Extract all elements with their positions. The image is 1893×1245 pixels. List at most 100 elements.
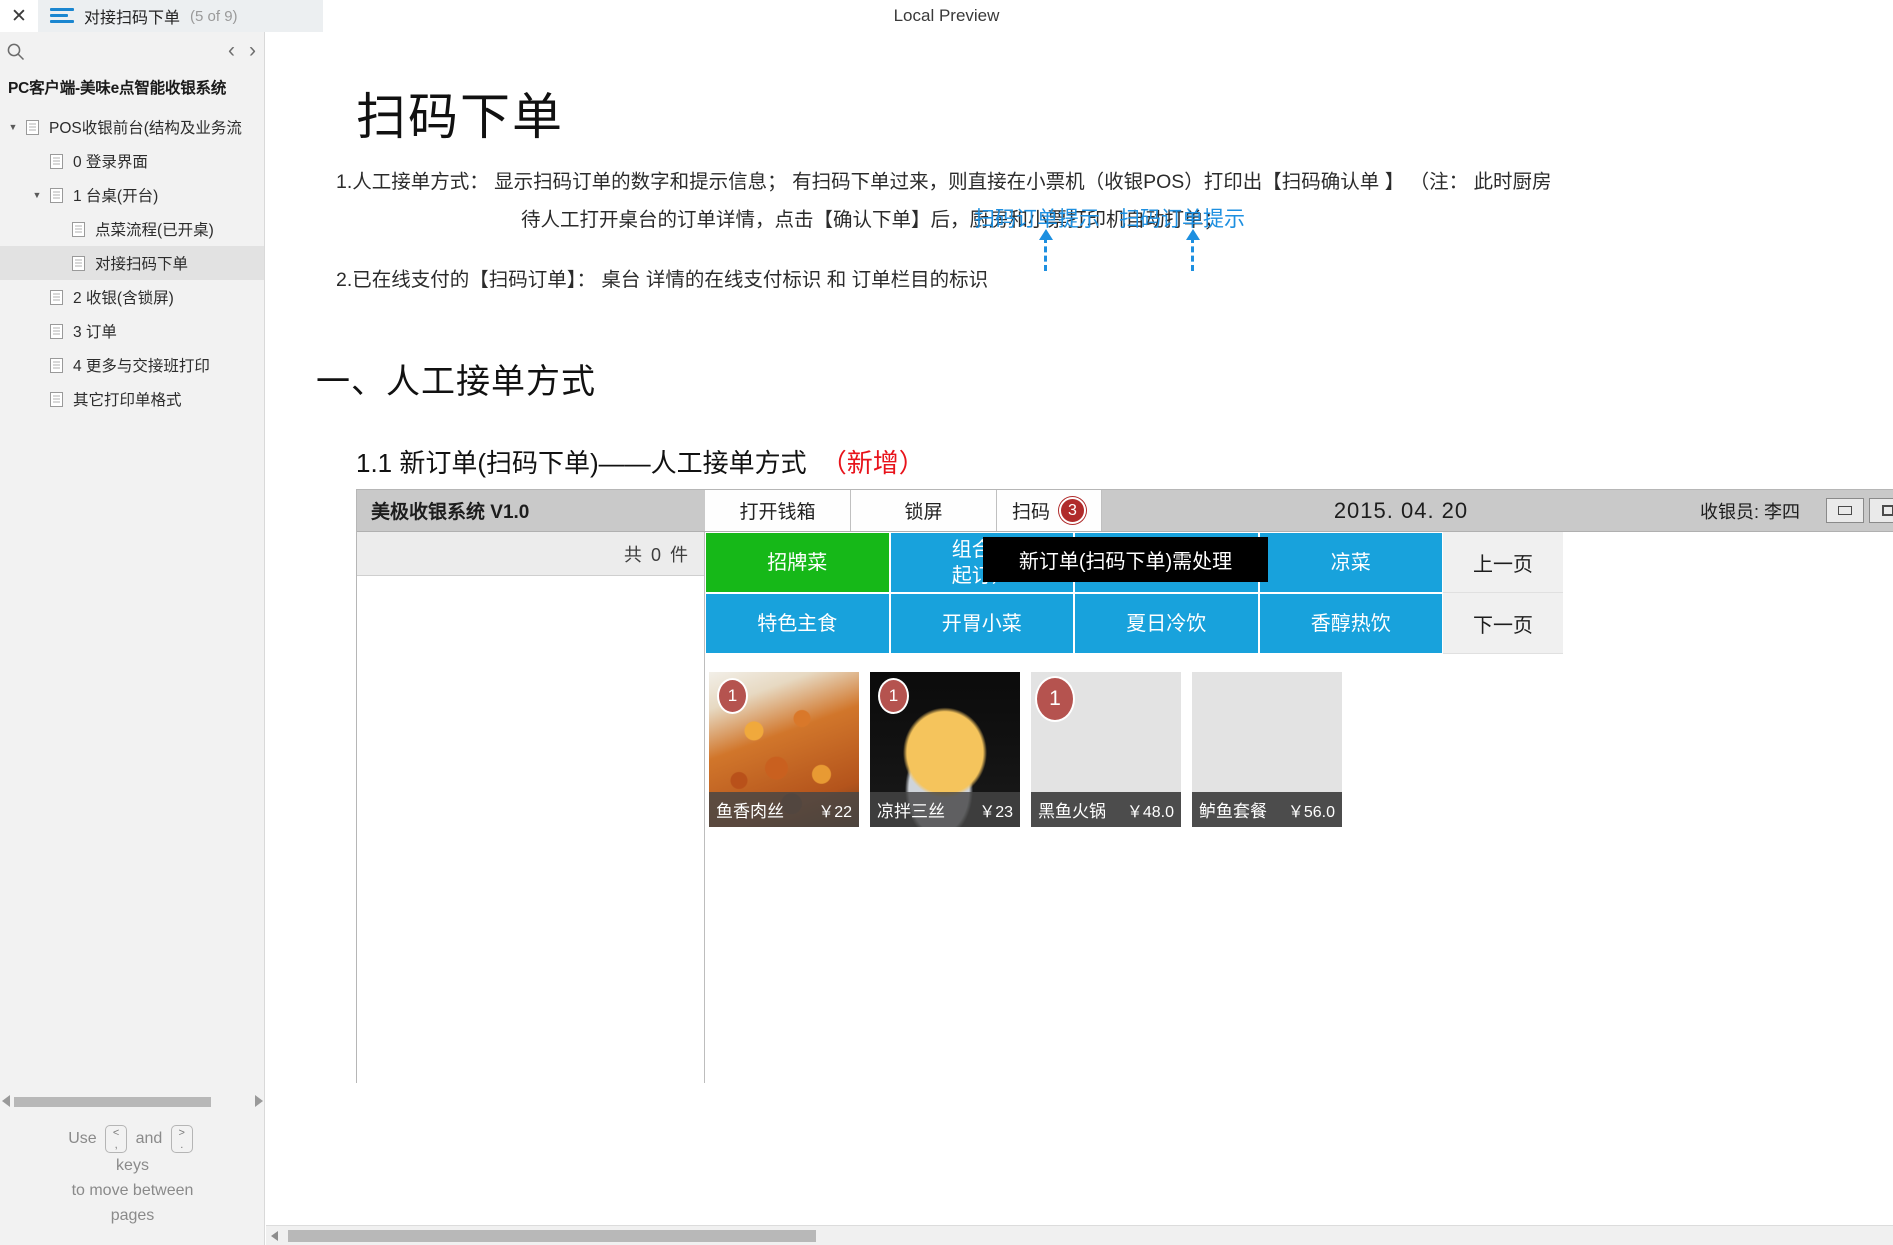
menu-icon[interactable] bbox=[50, 7, 74, 25]
sidebar-item[interactable]: 2 收银(含锁屏) bbox=[0, 280, 264, 314]
chevron-down-icon[interactable]: ▼ bbox=[28, 190, 46, 200]
window-title-bar: Local Preview ✕ 对接扫码下单 (5 of 9) bbox=[0, 0, 1893, 32]
dish-price: ￥48.0 bbox=[1126, 803, 1174, 821]
doc-scroll-left-icon[interactable] bbox=[271, 1231, 278, 1241]
pos-dish-card[interactable]: 1 鱼香肉丝 ￥22 bbox=[709, 672, 859, 827]
dish-quantity-badge: 1 bbox=[878, 678, 909, 714]
pos-date-label: 2015. 04. 20 bbox=[1333, 497, 1469, 523]
next-page-button-pos[interactable]: 下一页 bbox=[1443, 593, 1563, 654]
search-icon[interactable] bbox=[6, 42, 26, 62]
prev-page-button[interactable]: ‹ bbox=[228, 38, 235, 64]
sidebar-item[interactable]: 0 登录界面 bbox=[0, 144, 264, 178]
scroll-left-icon[interactable] bbox=[2, 1095, 10, 1107]
sidebar-item-label: 2 收银(含锁屏) bbox=[73, 290, 174, 307]
tab-page-count: (5 of 9) bbox=[190, 7, 238, 25]
key-next-top: > bbox=[178, 1127, 185, 1139]
pos-category-button[interactable]: 香醇热饮 bbox=[1258, 593, 1443, 654]
pos-tab-lock-screen[interactable]: 锁屏 bbox=[851, 490, 997, 531]
tab-title: 对接扫码下单 bbox=[84, 10, 181, 27]
dish-name: 鲈鱼套餐 bbox=[1199, 802, 1267, 821]
annotation-right-label: 扫码订单提示 bbox=[1119, 208, 1245, 231]
sidebar-item-label: 对接扫码下单 bbox=[95, 256, 189, 273]
help-line2: to move between bbox=[71, 1182, 194, 1199]
pos-cashier-label: 收银员: 李四 bbox=[1699, 501, 1800, 522]
dish-name: 鱼香肉丝 bbox=[716, 802, 784, 821]
sidebar-horizontal-scrollbar[interactable] bbox=[0, 1091, 265, 1113]
maximize-icon[interactable] bbox=[1869, 498, 1893, 523]
pos-dish-card[interactable]: 1 黑鱼火锅 ￥48.0 bbox=[1031, 672, 1181, 827]
paragraph-1-line-1: 1.人工接单方式： 显示扫码订单的数字和提示信息； 有扫码下单过来，则直接在小票… bbox=[336, 171, 1552, 193]
sidebar-item[interactable]: 对接扫码下单 bbox=[0, 246, 264, 280]
dish-info-bar: 凉拌三丝 ￥23 bbox=[870, 792, 1020, 827]
help-keys-label: keys bbox=[116, 1157, 149, 1174]
pos-category-button[interactable]: 特色主食 bbox=[705, 593, 890, 654]
pos-category-label: 招牌菜 bbox=[767, 551, 828, 574]
sidebar-item-label: POS收银前台(结构及业务流 bbox=[49, 120, 242, 137]
pos-category-label: 香醇热饮 bbox=[1310, 612, 1391, 635]
document-outline-tree: ▼ POS收银前台(结构及业务流 0 登录界面 ▼ 1 台桌(开台) 点菜流程(已开桌) 对… bbox=[0, 108, 264, 416]
dish-info-bar: 鲈鱼套餐 ￥56.0 bbox=[1192, 792, 1342, 827]
sidebar: ‹ › PC客户端-美味e点智能收银系统 ▼ POS收银前台(结构及业务流 0 登录… bbox=[0, 32, 265, 1245]
pos-order-panel: 共 0 件 bbox=[357, 532, 705, 1083]
document-horizontal-scrollbar[interactable] bbox=[266, 1225, 1893, 1245]
section-heading-1: 一、人工接单方式 bbox=[316, 363, 596, 401]
chevron-down-icon[interactable]: ▼ bbox=[4, 122, 22, 132]
subsection-heading-1-1: 1.1 新订单(扫码下单)——人工接单方式 （新增） bbox=[356, 443, 1893, 480]
doc-scroll-thumb[interactable] bbox=[288, 1230, 816, 1242]
sidebar-item[interactable]: 4 更多与交接班打印 bbox=[0, 348, 264, 382]
sidebar-item[interactable]: ▼ POS收银前台(结构及业务流 bbox=[0, 110, 264, 144]
pos-tab-scan-label: 扫码 bbox=[1011, 502, 1050, 523]
key-next-bottom: . bbox=[180, 1139, 184, 1151]
dish-quantity-badge: 1 bbox=[1035, 676, 1075, 722]
scroll-right-icon[interactable] bbox=[255, 1095, 263, 1107]
pos-dish-card[interactable]: 鲈鱼套餐 ￥56.0 bbox=[1192, 672, 1342, 827]
document-icon bbox=[68, 221, 88, 237]
sidebar-item[interactable]: ▼ 1 台桌(开台) bbox=[0, 178, 264, 212]
pos-tab-scan[interactable]: 扫码 3 bbox=[997, 490, 1102, 531]
dish-price: ￥23 bbox=[979, 803, 1013, 821]
help-use-label: Use bbox=[68, 1130, 97, 1148]
document-icon bbox=[46, 323, 66, 339]
minimize-icon[interactable] bbox=[1826, 498, 1864, 523]
pos-top-bar: 美极收银系统 V1.0 打开钱箱 锁屏 扫码 3 2015. 04. 20 收银… bbox=[357, 490, 1893, 532]
pos-menu-panel: 新订单(扫码下单)需处理 招牌菜 组合锅 起订） 凉菜 特色主食 开胃小菜 夏日冷饮 香醇热… bbox=[705, 532, 1893, 1083]
next-page-button[interactable]: › bbox=[249, 38, 256, 64]
document-icon bbox=[68, 255, 88, 271]
document-icon bbox=[46, 153, 66, 169]
key-prev-top: < bbox=[112, 1127, 120, 1139]
sidebar-heading: PC客户端-美味e点智能收银系统 bbox=[8, 80, 227, 97]
sidebar-item-label: 点菜流程(已开桌) bbox=[95, 222, 214, 239]
pos-dish-list: 1 鱼香肉丝 ￥22 1 凉拌三丝 ￥23 1 黑鱼火锅 ￥48.0 鲈鱼套餐 ￥56.0 bbox=[705, 654, 1893, 827]
pos-category-label: 凉菜 bbox=[1330, 551, 1371, 574]
prev-page-button-pos[interactable]: 上一页 bbox=[1443, 532, 1563, 593]
key-prev-icon: < , bbox=[105, 1125, 128, 1153]
pos-category-label: 特色主食 bbox=[757, 612, 838, 635]
pos-tab-open-drawer[interactable]: 打开钱箱 bbox=[705, 490, 851, 531]
pos-dish-card[interactable]: 1 凉拌三丝 ￥23 bbox=[870, 672, 1020, 827]
sidebar-item[interactable]: 点菜流程(已开桌) bbox=[0, 212, 264, 246]
document-icon bbox=[46, 391, 66, 407]
sidebar-item-label: 1 台桌(开台) bbox=[73, 188, 159, 205]
active-document-tab[interactable]: 对接扫码下单 (5 of 9) bbox=[38, 0, 323, 32]
sidebar-toolbar: ‹ › bbox=[0, 32, 264, 70]
sidebar-item[interactable]: 3 订单 bbox=[0, 314, 264, 348]
pos-category-button[interactable]: 凉菜 bbox=[1258, 532, 1443, 593]
pos-order-summary: 共 0 件 bbox=[357, 532, 704, 576]
pos-category-label: 夏日冷饮 bbox=[1126, 612, 1207, 635]
pos-category-area: 招牌菜 组合锅 起订） 凉菜 特色主食 开胃小菜 夏日冷饮 香醇热饮 上一页 下一页 bbox=[705, 532, 1893, 654]
sidebar-help-text: Use < , and > . keys to move between pag… bbox=[0, 1125, 265, 1245]
pos-category-label: 开胃小菜 bbox=[941, 612, 1022, 635]
sidebar-item-label: 3 订单 bbox=[73, 324, 117, 341]
close-icon[interactable]: ✕ bbox=[0, 0, 38, 32]
scroll-thumb[interactable] bbox=[14, 1097, 211, 1107]
pos-screenshot: 美极收银系统 V1.0 打开钱箱 锁屏 扫码 3 2015. 04. 20 收银… bbox=[356, 489, 1893, 1083]
key-next-icon: > . bbox=[170, 1125, 193, 1153]
sidebar-item[interactable]: 其它打印单格式 bbox=[0, 382, 264, 416]
paragraph-2: 2.已在线支付的【扫码订单】： 桌台 详情的在线支付标识 和 订单栏目的标识 bbox=[336, 269, 989, 291]
pos-category-button[interactable]: 夏日冷饮 bbox=[1074, 593, 1259, 654]
sidebar-item-label: 4 更多与交接班打印 bbox=[73, 358, 210, 375]
pos-window-buttons bbox=[1826, 490, 1893, 531]
pos-category-button[interactable]: 开胃小菜 bbox=[889, 593, 1074, 654]
pos-category-button[interactable]: 招牌菜 bbox=[705, 532, 890, 593]
scan-order-count-badge: 3 bbox=[1059, 497, 1086, 524]
